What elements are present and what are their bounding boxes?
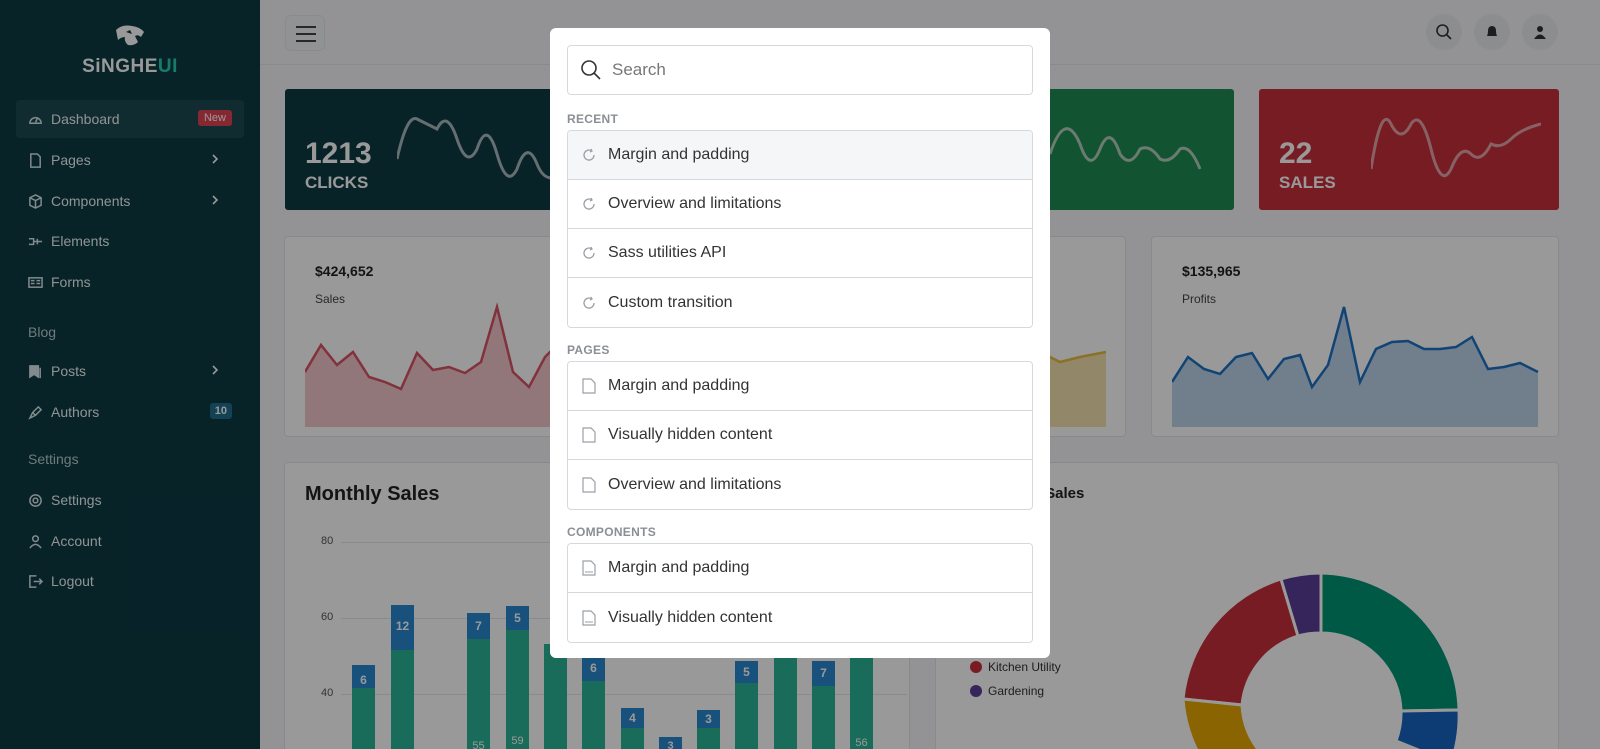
search-input[interactable]: [612, 60, 1012, 80]
history-icon: [583, 246, 595, 259]
file-icon: [582, 427, 596, 443]
html-file-icon: [582, 560, 596, 576]
components-results: Margin and padding Visually hidden conte…: [567, 543, 1033, 643]
search-icon: [581, 60, 601, 80]
history-icon: [583, 296, 595, 309]
recent-results: Margin and padding Overview and limitati…: [567, 130, 1033, 328]
search-result[interactable]: Sass utilities API: [568, 229, 1032, 278]
search-result[interactable]: Visually hidden content: [568, 411, 1032, 460]
search-result[interactable]: Overview and limitations: [568, 180, 1032, 229]
file-icon: [582, 476, 596, 493]
result-label: Sass utilities API: [608, 244, 727, 261]
result-label: Overview and limitations: [608, 195, 782, 212]
history-icon: [583, 148, 595, 161]
html-file-icon: [582, 609, 596, 626]
result-label: Margin and padding: [608, 559, 750, 576]
result-label: Visually hidden content: [608, 608, 773, 626]
group-title-pages: PAGES: [567, 343, 610, 357]
history-icon: [583, 197, 595, 210]
search-result[interactable]: Visually hidden content: [568, 593, 1032, 642]
search-result[interactable]: Margin and padding: [568, 544, 1032, 593]
result-label: Visually hidden content: [608, 426, 773, 443]
search-modal: RECENT Margin and padding Overview and l…: [550, 28, 1050, 658]
result-label: Margin and padding: [608, 377, 750, 394]
result-label: Overview and limitations: [608, 475, 782, 493]
result-label: Margin and padding: [608, 146, 750, 163]
result-label: Custom transition: [608, 293, 733, 311]
search-result[interactable]: Custom transition: [568, 278, 1032, 327]
group-title-recent: RECENT: [567, 112, 619, 126]
search-result[interactable]: Overview and limitations: [568, 460, 1032, 509]
group-title-components: COMPONENTS: [567, 525, 657, 539]
search-result[interactable]: Margin and padding: [568, 131, 1032, 180]
search-box[interactable]: [567, 45, 1033, 95]
search-result[interactable]: Margin and padding: [568, 362, 1032, 411]
pages-results: Margin and padding Visually hidden conte…: [567, 361, 1033, 510]
file-icon: [582, 378, 596, 394]
